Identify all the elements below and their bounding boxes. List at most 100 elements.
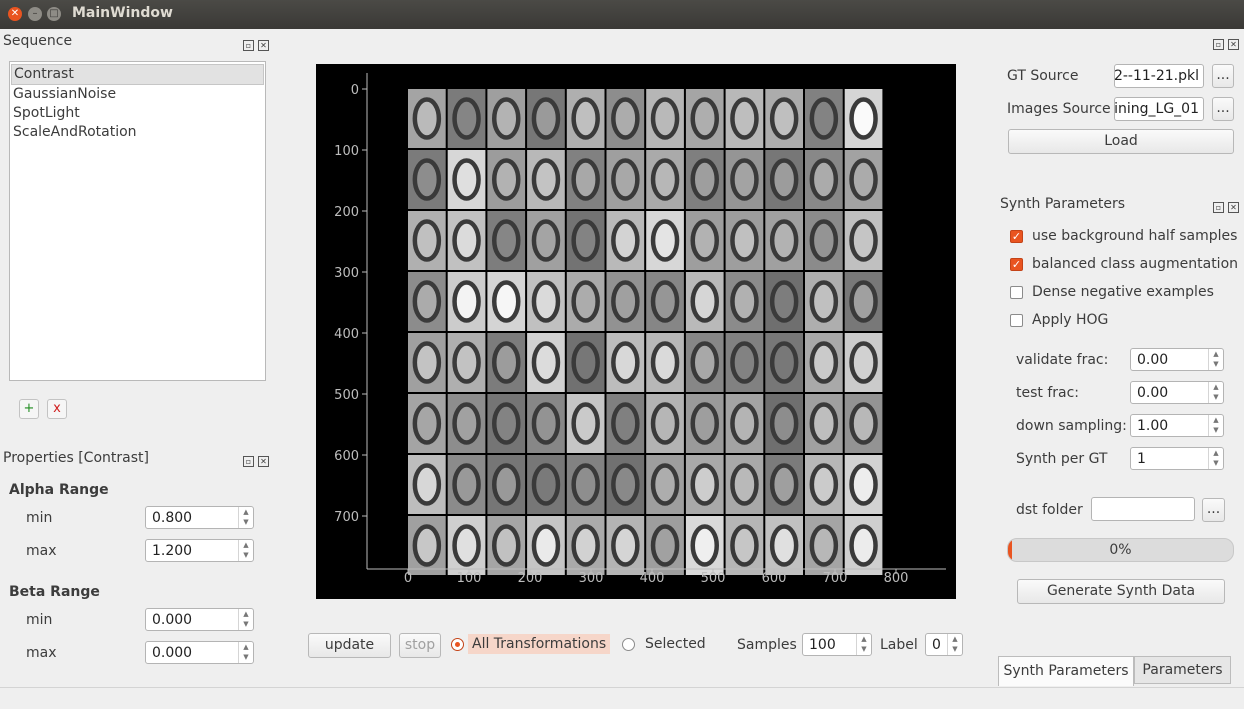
beta-max-label: max bbox=[26, 645, 57, 661]
close-dock-icon[interactable]: ✕ bbox=[1228, 39, 1239, 50]
dst-folder-field[interactable] bbox=[1091, 497, 1195, 521]
digit-zero-glyph bbox=[492, 463, 521, 506]
digit-zero-glyph bbox=[769, 341, 799, 384]
digit-zero-glyph bbox=[452, 158, 481, 201]
digit-zero-glyph bbox=[849, 219, 878, 262]
background-half-checkbox[interactable] bbox=[1010, 230, 1023, 243]
alpha-max-spinbox[interactable]: 1.200 ▲ ▼ bbox=[145, 539, 254, 562]
dense-negative-label[interactable]: Dense negative examples bbox=[1032, 284, 1214, 300]
digit-zero-glyph bbox=[571, 219, 600, 262]
spin-arrows-icon[interactable]: ▲ ▼ bbox=[1208, 349, 1223, 370]
dst-browse-button[interactable]: ... bbox=[1202, 498, 1225, 522]
remove-transform-button[interactable]: x bbox=[47, 399, 67, 419]
all-transformations-label[interactable]: All Transformations bbox=[468, 634, 611, 654]
maximize-window-icon[interactable]: □ bbox=[47, 7, 61, 21]
synth-per-gt-spinbox[interactable]: 1 ▲ ▼ bbox=[1130, 447, 1224, 470]
alpha-max-label: max bbox=[26, 543, 57, 559]
close-dock-icon[interactable]: ✕ bbox=[258, 456, 269, 467]
beta-max-spinbox[interactable]: 0.000 ▲ ▼ bbox=[145, 641, 254, 664]
digit-zero-glyph bbox=[769, 219, 799, 262]
gt-browse-button[interactable]: ... bbox=[1212, 64, 1234, 88]
generate-synth-button[interactable]: Generate Synth Data bbox=[1017, 579, 1225, 604]
dense-negative-checkbox[interactable] bbox=[1010, 286, 1023, 299]
gt-source-value: 2--11-21.pkl bbox=[1114, 68, 1199, 84]
y-tick-label: 100 bbox=[334, 144, 359, 159]
validate-frac-spinbox[interactable]: 0.00 ▲ ▼ bbox=[1130, 348, 1224, 371]
digit-zero-glyph bbox=[769, 158, 799, 201]
balanced-class-label[interactable]: balanced class augmentation bbox=[1032, 256, 1238, 272]
sequence-list[interactable]: Contrast GaussianNoise SpotLight ScaleAn… bbox=[9, 61, 266, 381]
close-dock-icon[interactable]: ✕ bbox=[258, 40, 269, 51]
apply-hog-label[interactable]: Apply HOG bbox=[1032, 312, 1108, 328]
digit-zero-glyph bbox=[571, 341, 600, 384]
beta-min-value: 0.000 bbox=[152, 612, 193, 628]
float-icon[interactable]: ▫ bbox=[243, 456, 254, 467]
sequence-item-contrast[interactable]: Contrast bbox=[11, 64, 264, 85]
digit-zero-glyph bbox=[492, 219, 521, 262]
spin-arrows-icon[interactable]: ▲ ▼ bbox=[238, 507, 253, 528]
synth-dock-buttons: ▫ ✕ bbox=[1213, 198, 1243, 213]
all-transformations-radio[interactable] bbox=[451, 638, 464, 651]
load-button[interactable]: Load bbox=[1008, 129, 1234, 154]
samples-value: 100 bbox=[809, 637, 836, 653]
float-icon[interactable]: ▫ bbox=[243, 40, 254, 51]
digit-zero-glyph bbox=[650, 463, 680, 506]
float-icon[interactable]: ▫ bbox=[1213, 39, 1224, 50]
x-tick-label: 500 bbox=[701, 571, 726, 586]
images-source-label: Images Source bbox=[1007, 101, 1111, 117]
digit-zero-glyph bbox=[650, 341, 680, 384]
gt-source-field[interactable]: 2--11-21.pkl bbox=[1114, 64, 1204, 88]
spin-arrows-icon[interactable]: ▲ ▼ bbox=[238, 609, 253, 630]
sample-tiles bbox=[408, 89, 883, 575]
test-frac-spinbox[interactable]: 0.00 ▲ ▼ bbox=[1130, 381, 1224, 404]
sequence-item-gaussian-noise[interactable]: GaussianNoise bbox=[10, 85, 265, 104]
sequence-item-spotlight[interactable]: SpotLight bbox=[10, 104, 265, 123]
close-window-icon[interactable]: ✕ bbox=[8, 7, 22, 21]
minimize-window-icon[interactable]: – bbox=[28, 7, 42, 21]
spin-arrows-icon[interactable]: ▲ ▼ bbox=[1208, 448, 1223, 469]
digit-zero-glyph bbox=[412, 341, 442, 384]
stop-button[interactable]: stop bbox=[399, 633, 441, 658]
digit-zero-glyph bbox=[849, 402, 878, 445]
label-label: Label bbox=[880, 637, 918, 653]
down-sampling-spinbox[interactable]: 1.00 ▲ ▼ bbox=[1130, 414, 1224, 437]
close-dock-icon[interactable]: ✕ bbox=[1228, 202, 1239, 213]
sequence-item-scale-rotation[interactable]: ScaleAndRotation bbox=[10, 123, 265, 142]
spin-arrows-icon[interactable]: ▲ ▼ bbox=[238, 642, 253, 663]
add-transform-button[interactable]: + bbox=[19, 399, 39, 419]
selected-radio[interactable] bbox=[622, 638, 635, 651]
alpha-min-spinbox[interactable]: 0.800 ▲ ▼ bbox=[145, 506, 254, 529]
digit-zero-glyph bbox=[769, 402, 799, 445]
y-tick-label: 600 bbox=[334, 449, 359, 464]
title-bar: ✕ – □ MainWindow bbox=[0, 0, 1244, 29]
test-frac-label: test frac: bbox=[1016, 385, 1080, 401]
digit-zero-glyph bbox=[531, 158, 561, 201]
update-button[interactable]: update bbox=[308, 633, 391, 658]
samples-spinbox[interactable]: 100 ▲ ▼ bbox=[802, 633, 872, 656]
apply-hog-checkbox[interactable] bbox=[1010, 314, 1023, 327]
digit-zero-glyph bbox=[531, 402, 561, 445]
digit-zero-glyph bbox=[849, 280, 878, 323]
spin-arrows-icon[interactable]: ▲ ▼ bbox=[856, 634, 871, 655]
x-ticks: 0 100 200 300 400 500 600 700 800 bbox=[404, 569, 908, 586]
tab-parameters[interactable]: Parameters bbox=[1134, 656, 1231, 684]
digit-zero-glyph bbox=[769, 524, 799, 567]
digit-zero-glyph bbox=[809, 219, 839, 262]
label-spinbox[interactable]: 0 ▲ ▼ bbox=[925, 633, 963, 656]
spin-arrows-icon[interactable]: ▲ ▼ bbox=[238, 540, 253, 561]
float-icon[interactable]: ▫ bbox=[1213, 202, 1224, 213]
spin-arrows-icon[interactable]: ▲ ▼ bbox=[1208, 382, 1223, 403]
background-half-label[interactable]: use background half samples bbox=[1032, 228, 1237, 244]
digit-zero-glyph bbox=[650, 402, 680, 445]
digit-zero-glyph bbox=[492, 280, 521, 323]
balanced-class-checkbox[interactable] bbox=[1010, 258, 1023, 271]
images-browse-button[interactable]: ... bbox=[1212, 97, 1234, 121]
image-plot[interactable]: 0 100 200 300 400 500 600 700 800 0 100 200 300 400 5… bbox=[316, 64, 956, 599]
tab-synth-parameters[interactable]: Synth Parameters bbox=[998, 656, 1134, 686]
spin-arrows-icon[interactable]: ▲ ▼ bbox=[947, 634, 962, 655]
beta-min-spinbox[interactable]: 0.000 ▲ ▼ bbox=[145, 608, 254, 631]
digit-zero-glyph bbox=[650, 280, 680, 323]
images-source-field[interactable]: aining_LG_01 bbox=[1114, 97, 1204, 121]
selected-label[interactable]: Selected bbox=[645, 636, 706, 652]
spin-arrows-icon[interactable]: ▲ ▼ bbox=[1208, 415, 1223, 436]
